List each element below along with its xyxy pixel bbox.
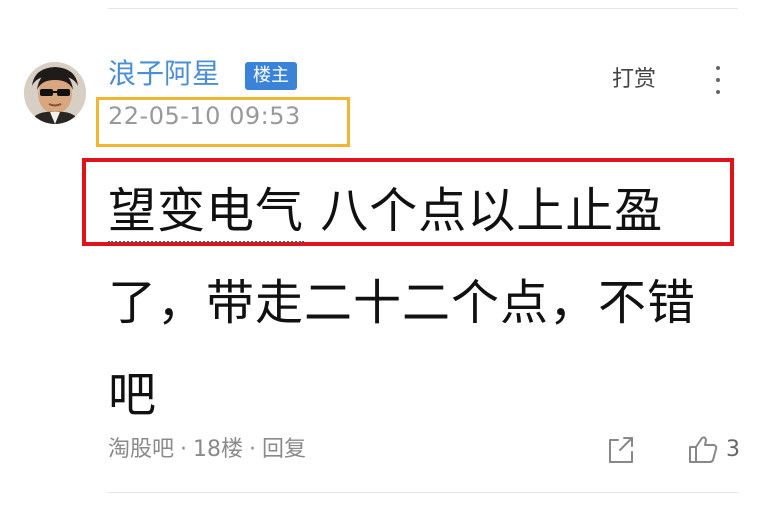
meta-separator: · bbox=[180, 437, 188, 462]
avatar[interactable] bbox=[24, 62, 86, 124]
source-label: 淘股吧 bbox=[108, 437, 175, 462]
post-content: 望变电气 八个点以上止盈了，带走二十二个点，不错吧 bbox=[108, 165, 728, 441]
like-count: 3 bbox=[726, 436, 740, 462]
more-vertical-icon[interactable] bbox=[708, 66, 728, 94]
stock-link[interactable]: 望变电气 bbox=[108, 183, 305, 243]
floor-number: 18楼 bbox=[193, 437, 244, 462]
meta-separator: · bbox=[249, 437, 257, 462]
op-badge: 楼主 bbox=[245, 62, 297, 90]
username[interactable]: 浪子阿星 bbox=[108, 55, 220, 93]
reply-button[interactable]: 回复 bbox=[262, 437, 306, 462]
tip-button[interactable]: 打赏 bbox=[612, 64, 656, 96]
thumbs-up-icon bbox=[689, 436, 718, 463]
post-meta: 淘股吧 · 18楼 · 回复 bbox=[108, 434, 306, 466]
top-divider bbox=[108, 8, 738, 9]
share-icon[interactable] bbox=[604, 432, 638, 466]
bottom-divider bbox=[108, 492, 738, 493]
like-button[interactable]: 3 bbox=[686, 432, 740, 466]
post-timestamp: 22-05-10 09:53 bbox=[108, 102, 301, 130]
